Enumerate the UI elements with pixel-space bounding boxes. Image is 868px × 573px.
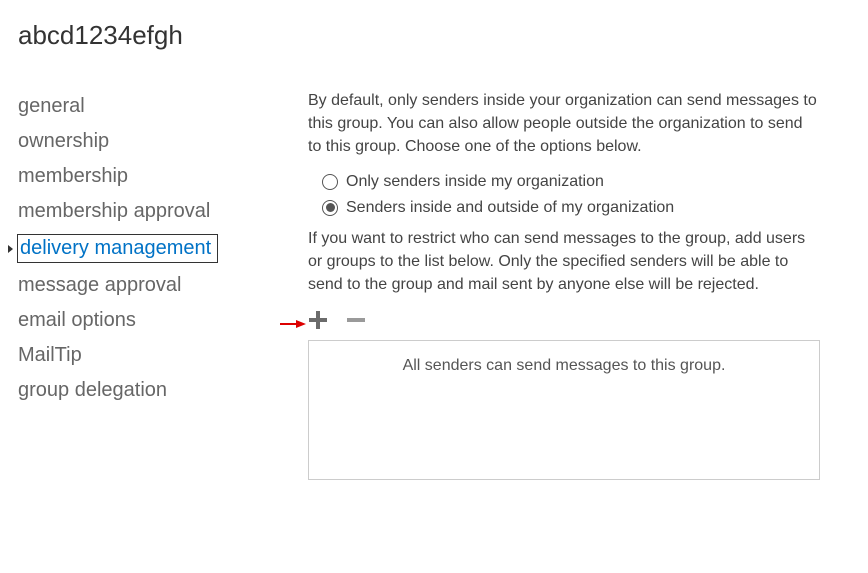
sidebar-item-label: MailTip	[18, 344, 82, 366]
sidebar-item-label: membership	[18, 165, 128, 187]
sidebar-item-label: message approval	[18, 274, 181, 296]
annotation-arrow-icon	[280, 316, 306, 334]
sidebar-item-mailtip[interactable]: MailTip	[18, 338, 248, 373]
sidebar-item-label: general	[18, 95, 85, 117]
sidebar-item-label: email options	[18, 309, 136, 331]
sidebar-item-ownership[interactable]: ownership	[18, 124, 248, 159]
radio-only-inside[interactable]: Only senders inside my organization	[322, 169, 820, 195]
minus-icon	[346, 310, 366, 330]
sidebar-item-email-options[interactable]: email options	[18, 303, 248, 338]
sidebar-item-label: ownership	[18, 130, 109, 152]
radio-label: Only senders inside my organization	[346, 173, 604, 191]
sidebar-item-label: membership approval	[18, 200, 210, 222]
sidebar-item-membership-approval[interactable]: membership approval	[18, 194, 248, 229]
radio-icon	[322, 200, 338, 216]
empty-list-text: All senders can send messages to this gr…	[403, 357, 726, 374]
radio-inside-and-outside[interactable]: Senders inside and outside of my organiz…	[322, 195, 820, 221]
sidebar-item-label: delivery management	[18, 235, 217, 262]
description-restrict-senders: If you want to restrict who can send mes…	[308, 227, 820, 297]
plus-icon	[308, 310, 328, 330]
sidebar-item-label: group delegation	[18, 379, 167, 401]
caret-right-icon	[8, 245, 13, 253]
settings-sidebar: general ownership membership membership …	[18, 89, 248, 480]
page-title: abcd1234efgh	[18, 20, 850, 51]
sidebar-item-membership[interactable]: membership	[18, 159, 248, 194]
sender-scope-radio-group: Only senders inside my organization Send…	[322, 169, 820, 221]
main-panel: By default, only senders inside your org…	[308, 89, 850, 480]
sidebar-item-message-approval[interactable]: message approval	[18, 268, 248, 303]
description-senders-default: By default, only senders inside your org…	[308, 89, 820, 159]
add-sender-button[interactable]	[308, 310, 328, 330]
senders-toolbar	[308, 310, 820, 330]
sidebar-item-general[interactable]: general	[18, 89, 248, 124]
radio-label: Senders inside and outside of my organiz…	[346, 199, 674, 217]
sidebar-item-delivery-management[interactable]: delivery management	[18, 229, 248, 268]
allowed-senders-list[interactable]: All senders can send messages to this gr…	[308, 340, 820, 480]
sidebar-item-group-delegation[interactable]: group delegation	[18, 373, 248, 408]
remove-sender-button[interactable]	[346, 310, 366, 330]
radio-icon	[322, 174, 338, 190]
